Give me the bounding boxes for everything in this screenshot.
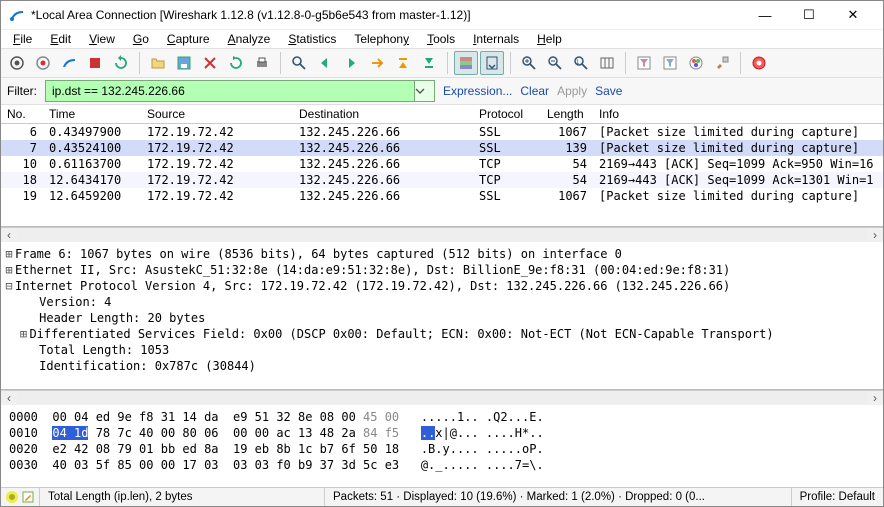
window-title: *Local Area Connection [Wireshark 1.12.8… [31,8,743,22]
packet-list-pane[interactable]: No. Time Source Destination Protocol Len… [1,105,883,227]
expand-icon[interactable]: ⊞ [17,326,29,342]
tree-frame[interactable]: ⊞Frame 6: 1067 bytes on wire (8536 bits)… [3,246,881,262]
tree-ipv4[interactable]: ⊟Internet Protocol Version 4, Src: 172.1… [3,278,881,294]
menu-capture[interactable]: Capture [159,30,218,48]
col-header-no[interactable]: No. [1,105,43,124]
save-file-button[interactable] [172,51,196,75]
menu-file[interactable]: File [5,30,40,48]
zoom-100-button[interactable]: 1 [569,51,593,75]
zoom-out-button[interactable] [543,51,567,75]
collapse-icon[interactable]: ⊟ [3,278,15,294]
preferences-button[interactable] [710,51,734,75]
titlebar: *Local Area Connection [Wireshark 1.12.8… [1,1,883,30]
packet-list-header[interactable]: No. Time Source Destination Protocol Len… [1,105,883,124]
find-button[interactable] [287,51,311,75]
hex-row: 0030 40 03 5f 85 00 00 17 03 03 03 f0 b9… [9,457,875,473]
table-row[interactable]: 1812.6434170172.19.72.42132.245.226.66TC… [1,172,883,188]
filter-input-box [45,80,435,102]
filter-label: Filter: [7,84,37,98]
hex-row: 0000 00 04 ed 9e f8 31 14 da e9 51 32 8e… [9,409,875,425]
menu-go[interactable]: Go [125,30,157,48]
print-button[interactable] [250,51,274,75]
expand-icon[interactable]: ⊞ [3,262,15,278]
capture-filters-button[interactable] [632,51,656,75]
go-first-button[interactable] [391,51,415,75]
zoom-in-button[interactable] [517,51,541,75]
tree-ipv4-dsfield[interactable]: ⊞Differentiated Services Field: 0x00 (DS… [3,326,881,342]
capture-stop-button[interactable] [83,51,107,75]
help-button[interactable] [747,51,771,75]
capture-options-button[interactable] [31,51,55,75]
coloring-rules-button[interactable] [684,51,708,75]
auto-scroll-button[interactable] [480,51,504,75]
display-filters-button[interactable] [658,51,682,75]
table-row[interactable]: 60.43497900172.19.72.42132.245.226.66SSL… [1,124,883,141]
filter-input[interactable] [46,81,414,101]
open-file-button[interactable] [146,51,170,75]
filter-bar: Filter: Expression... Clear Apply Save [1,78,883,105]
menu-analyze[interactable]: Analyze [220,30,279,48]
save-link[interactable]: Save [595,84,622,98]
tree-ipv4-totlen[interactable]: Total Length: 1053 [3,342,881,358]
capture-start-button[interactable] [57,51,81,75]
status-field: Total Length (ip.len), 2 bytes [40,488,325,506]
reload-button[interactable] [224,51,248,75]
close-file-button[interactable] [198,51,222,75]
tree-ethernet[interactable]: ⊞Ethernet II, Src: AsustekC_51:32:8e (14… [3,262,881,278]
app-icon [9,7,25,23]
packet-details-pane[interactable]: ⊞Frame 6: 1067 bytes on wire (8536 bits)… [1,242,883,390]
menu-internals[interactable]: Internals [465,30,527,48]
close-button[interactable]: ✕ [831,1,875,29]
col-header-length[interactable]: Length [541,105,593,124]
tree-ipv4-headerlen[interactable]: Header Length: 20 bytes [3,310,881,326]
packet-bytes-pane[interactable]: 0000 00 04 ed 9e f8 31 14 da e9 51 32 8e… [1,405,883,487]
col-header-time[interactable]: Time [43,105,141,124]
minimize-button[interactable]: — [743,1,787,29]
status-packets: Packets: 51 · Displayed: 10 (19.6%) · Ma… [325,488,792,506]
menu-tools[interactable]: Tools [419,30,463,48]
go-forward-button[interactable] [339,51,363,75]
expand-icon[interactable]: ⊞ [3,246,15,262]
menu-help[interactable]: Help [529,30,570,48]
menu-edit[interactable]: Edit [42,30,79,48]
table-row[interactable]: 100.61163700172.19.72.42132.245.226.66TC… [1,156,883,172]
col-header-info[interactable]: Info [593,105,883,124]
capture-interfaces-button[interactable] [5,51,29,75]
col-header-source[interactable]: Source [141,105,293,124]
maximize-button[interactable]: ☐ [787,1,831,29]
menu-statistics[interactable]: Statistics [280,30,344,48]
go-back-button[interactable] [313,51,337,75]
packet-list-hscroll[interactable]: ‹› [1,227,883,242]
tree-ipv4-version[interactable]: Version: 4 [3,294,881,310]
expert-info-icon[interactable] [5,490,19,504]
edit-capture-comment-icon[interactable] [21,490,35,504]
status-bar: Total Length (ip.len), 2 bytes Packets: … [1,487,883,506]
table-row[interactable]: 1912.6459200172.19.72.42132.245.226.66SS… [1,188,883,204]
go-last-button[interactable] [417,51,441,75]
filter-dropdown-button[interactable] [414,81,434,101]
hex-row: 0020 e2 42 08 79 01 bb ed 8a 19 eb 8b 1c… [9,441,875,457]
details-hscroll[interactable]: ‹› [1,390,883,405]
go-to-packet-button[interactable] [365,51,389,75]
col-header-protocol[interactable]: Protocol [473,105,541,124]
tree-ipv4-ident[interactable]: Identification: 0x787c (30844) [3,358,881,374]
menu-telephony[interactable]: Telephony [346,30,417,48]
resize-columns-button[interactable] [595,51,619,75]
apply-link[interactable]: Apply [557,84,587,98]
toolbar: 1 [1,48,883,78]
col-header-destination[interactable]: Destination [293,105,473,124]
hex-row: 0010 04 1d 78 7c 40 00 80 06 00 00 ac 13… [9,425,875,441]
clear-link[interactable]: Clear [520,84,549,98]
table-row[interactable]: 70.43524100172.19.72.42132.245.226.66SSL… [1,140,883,156]
capture-restart-button[interactable] [109,51,133,75]
menu-view[interactable]: View [81,30,123,48]
status-profile[interactable]: Profile: Default [792,488,883,506]
colorize-button[interactable] [454,51,478,75]
menubar: File Edit View Go Capture Analyze Statis… [1,30,883,48]
expression-link[interactable]: Expression... [443,84,512,98]
